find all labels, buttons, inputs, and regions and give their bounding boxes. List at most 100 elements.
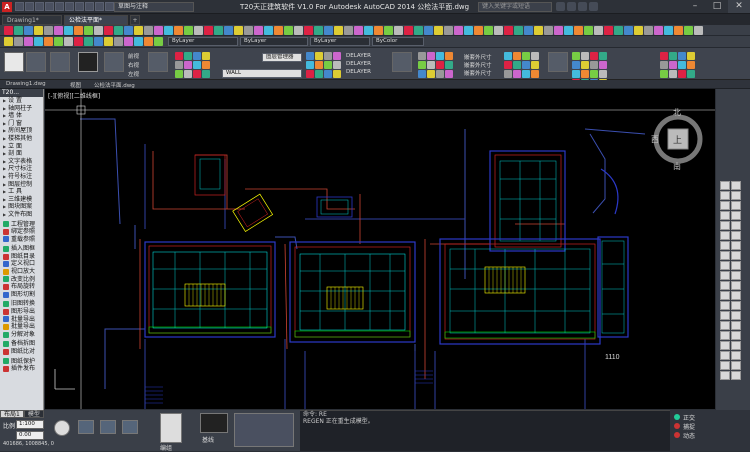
- properties-icon[interactable]: [85, 2, 94, 11]
- toolbar-tool-icon[interactable]: [581, 70, 589, 78]
- ortho-icon[interactable]: [122, 420, 138, 434]
- block-icon[interactable]: [548, 52, 568, 72]
- toolbar-tool-icon[interactable]: [144, 37, 153, 46]
- draw-tool-icon[interactable]: [731, 181, 741, 190]
- toolbar-tool-icon[interactable]: [424, 26, 433, 35]
- menu-item[interactable]: ▶ 楼梯其他: [0, 135, 43, 143]
- toolbar-tool-icon[interactable]: [164, 26, 173, 35]
- toolbar-tool-icon[interactable]: [404, 26, 413, 35]
- draw-tool-icon[interactable]: [731, 221, 741, 230]
- toolbar-tool-icon[interactable]: [84, 37, 93, 46]
- toolbar-tool-icon[interactable]: [315, 52, 323, 60]
- menu-item[interactable]: ▶ 工 具: [0, 188, 43, 196]
- toolbar-tool-icon[interactable]: [244, 26, 253, 35]
- toolbar-tool-icon[interactable]: [202, 70, 210, 78]
- toolbar-tool-icon[interactable]: [599, 70, 607, 78]
- draw-tool-icon[interactable]: [720, 291, 730, 300]
- drawing-canvas[interactable]: 1110 上 北 西 南 [-][俯视][二维线框]: [45, 89, 715, 409]
- toolbar-tool-icon[interactable]: [264, 26, 273, 35]
- toolbar-tool-icon[interactable]: [54, 26, 63, 35]
- menu-item[interactable]: 批量导出: [0, 323, 43, 331]
- draw-tool-icon[interactable]: [720, 261, 730, 270]
- draw-tool-icon[interactable]: [720, 191, 730, 200]
- toolbar-tool-icon[interactable]: [554, 26, 563, 35]
- new-icon[interactable]: [15, 2, 24, 11]
- toolbar-tool-icon[interactable]: [564, 26, 573, 35]
- toolbar-tool-icon[interactable]: [333, 52, 341, 60]
- menu-item[interactable]: 定义视口: [0, 260, 43, 268]
- toolbar-tool-icon[interactable]: [94, 26, 103, 35]
- menu-item[interactable]: ▶ 设 置: [0, 97, 43, 105]
- toolbar-tool-icon[interactable]: [284, 26, 293, 35]
- toolbar-tool-icon[interactable]: [74, 26, 83, 35]
- toolbar-tool-icon[interactable]: [394, 26, 403, 35]
- draw-tool-icon[interactable]: [731, 271, 741, 280]
- toolbar-tool-icon[interactable]: [324, 26, 333, 35]
- match-3[interactable]: 嵌套外尺寸: [464, 69, 492, 77]
- tab-drawing1[interactable]: Drawing1*: [2, 15, 62, 25]
- draw-tool-icon[interactable]: [720, 241, 730, 250]
- toolbar-tool-icon[interactable]: [522, 52, 530, 60]
- toolbar-tool-icon[interactable]: [34, 37, 43, 46]
- draw-tool-icon[interactable]: [731, 361, 741, 370]
- redo-icon[interactable]: [75, 2, 84, 11]
- toolbar-tool-icon[interactable]: [436, 70, 444, 78]
- draw-tool-icon[interactable]: [731, 341, 741, 350]
- globe-icon[interactable]: [54, 420, 70, 436]
- toolbar-tool-icon[interactable]: [524, 26, 533, 35]
- toolbar-tool-icon[interactable]: [214, 26, 223, 35]
- toolbar-tool-icon[interactable]: [614, 26, 623, 35]
- draw-tool-icon[interactable]: [731, 311, 741, 320]
- toolbar-tool-icon[interactable]: [44, 37, 53, 46]
- workspace-icon[interactable]: [105, 2, 114, 11]
- modify-icon[interactable]: [104, 52, 124, 72]
- toolbar-tool-icon[interactable]: [202, 52, 210, 60]
- toolbar-tool-icon[interactable]: [114, 26, 123, 35]
- match-2[interactable]: 嵌套外尺寸: [464, 61, 492, 69]
- minimize-button[interactable]: –: [684, 0, 706, 13]
- snap-toggle[interactable]: 捕捉: [683, 422, 695, 431]
- dynamic-dot-icon[interactable]: [674, 432, 680, 438]
- panel-file[interactable]: 公检法平面.dwg: [94, 81, 135, 89]
- toolbar-tool-icon[interactable]: [574, 26, 583, 35]
- toolbar-tool-icon[interactable]: [581, 52, 589, 60]
- lineweight-dropdown[interactable]: ByLayer: [310, 37, 370, 46]
- toolbar-tool-icon[interactable]: [674, 26, 683, 35]
- grid-icon[interactable]: [78, 420, 94, 434]
- toolbar-tool-icon[interactable]: [324, 61, 332, 69]
- menu-item[interactable]: 插入图框: [0, 245, 43, 253]
- toolbar-tool-icon[interactable]: [64, 37, 73, 46]
- toolbar-tool-icon[interactable]: [418, 70, 426, 78]
- tianzheng-logo-icon[interactable]: [4, 52, 24, 72]
- toolbar-tool-icon[interactable]: [104, 26, 113, 35]
- open-icon[interactable]: [25, 2, 34, 11]
- toolbar-tool-icon[interactable]: [513, 70, 521, 78]
- toolbar-tool-icon[interactable]: [384, 26, 393, 35]
- toolbar-tool-icon[interactable]: [534, 26, 543, 35]
- menu-item[interactable]: 视口放大: [0, 268, 43, 276]
- delayer-2[interactable]: DELAYER: [346, 61, 371, 67]
- toolbar-tool-icon[interactable]: [464, 26, 473, 35]
- toolbar-tool-icon[interactable]: [175, 70, 183, 78]
- tab-model[interactable]: 模型: [23, 410, 44, 418]
- viewcube-top[interactable]: 上: [673, 135, 682, 145]
- toolbar-tool-icon[interactable]: [445, 61, 453, 69]
- toolbar-tool-icon[interactable]: [24, 26, 33, 35]
- toolbar-tool-icon[interactable]: [193, 52, 201, 60]
- workspace-dropdown[interactable]: 草图与注释: [114, 2, 194, 12]
- menu-item[interactable]: 分解对象: [0, 331, 43, 339]
- toolbar-tool-icon[interactable]: [175, 52, 183, 60]
- toolbar-tool-icon[interactable]: [202, 61, 210, 69]
- menu-item[interactable]: 重载参照: [0, 236, 43, 244]
- toolbar-tool-icon[interactable]: [344, 26, 353, 35]
- toolbar-tool-icon[interactable]: [660, 70, 668, 78]
- quick-tools[interactable]: [234, 413, 294, 447]
- color-dropdown[interactable]: ByColor: [372, 37, 424, 46]
- toolbar-tool-icon[interactable]: [124, 37, 133, 46]
- menu-item[interactable]: 布局旋转: [0, 283, 43, 291]
- toolbar-tool-icon[interactable]: [654, 26, 663, 35]
- toolbar-tool-icon[interactable]: [687, 70, 695, 78]
- toolbar-tool-icon[interactable]: [304, 26, 313, 35]
- new-tab-button[interactable]: +: [130, 15, 140, 25]
- toolbar-tool-icon[interactable]: [14, 37, 23, 46]
